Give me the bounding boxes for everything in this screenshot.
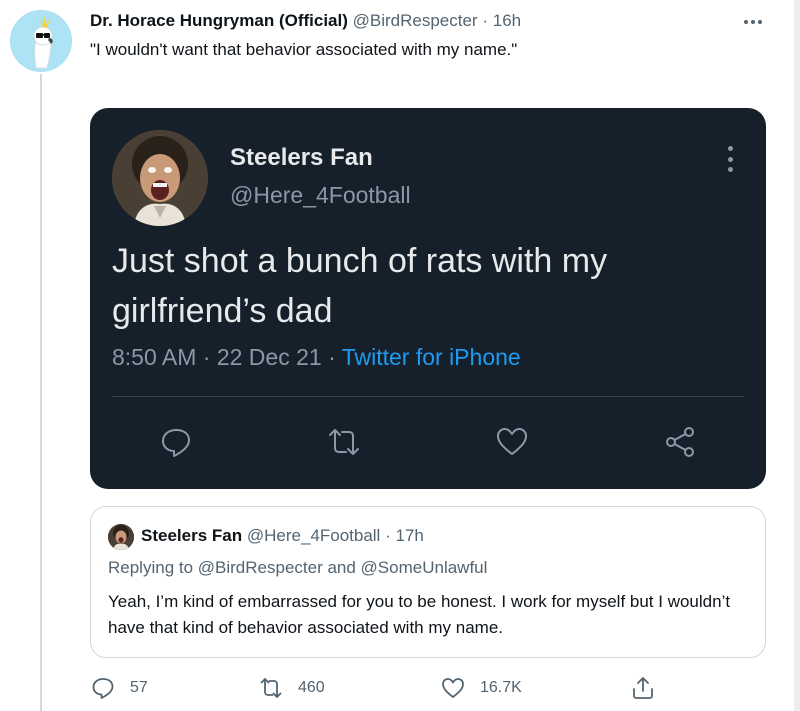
- quoted-tweet-time: 17h: [395, 526, 424, 545]
- reply-count: 57: [130, 679, 148, 696]
- author-name[interactable]: Dr. Horace Hungryman (Official): [90, 11, 348, 30]
- embedded-author-handle: @Here_4Football: [230, 182, 411, 208]
- tweet-text: "I wouldn't want that behavior associate…: [90, 40, 518, 59]
- like-button[interactable]: 16.7K: [440, 674, 522, 702]
- cockatoo-avatar-image: [10, 10, 72, 72]
- quoted-avatar-image: [108, 524, 134, 550]
- embedded-share-icon: [662, 424, 698, 460]
- embedded-tweet-text: Just shot a bunch of rats with my girlfr…: [112, 242, 608, 330]
- like-count: 16.7K: [480, 679, 522, 696]
- embedded-more-icon: [726, 146, 734, 172]
- quoted-author-handle: @Here_4Football: [246, 526, 381, 545]
- replying-to-text: Replying to @BirdRespecter and @SomeUnla…: [108, 558, 488, 577]
- retweet-button[interactable]: 460: [258, 674, 325, 702]
- screaming-man-avatar-image: [112, 130, 208, 226]
- quoted-tweet-header: Steelers Fan @Here_4Football · 17h: [141, 525, 424, 547]
- share-button[interactable]: [630, 674, 656, 702]
- reply-button[interactable]: 57: [90, 674, 148, 702]
- embedded-divider: [112, 396, 744, 397]
- quoted-author-avatar: [108, 524, 134, 550]
- quoted-tweet-card[interactable]: Steelers Fan @Here_4Football · 17h Reply…: [90, 506, 766, 658]
- like-icon: [442, 678, 464, 698]
- tweet-media-image[interactable]: Steelers Fan @Here_4Football Just shot a…: [90, 108, 766, 489]
- embedded-source: Twitter for iPhone: [341, 344, 521, 370]
- quoted-tweet-text: Yeah, I’m kind of embarrassed for you to…: [108, 592, 731, 637]
- embedded-author-avatar: [112, 130, 208, 226]
- more-options-icon[interactable]: [738, 13, 768, 31]
- tweet-header: Dr. Horace Hungryman (Official) @BirdRes…: [90, 10, 521, 32]
- thread-line: [40, 74, 42, 711]
- embedded-reply-icon: [158, 424, 194, 460]
- share-icon: [633, 677, 653, 699]
- embedded-like-icon: [494, 424, 530, 460]
- embedded-tweet-meta: 8:50 AM · 22 Dec 21 · Twitter for iPhone: [112, 344, 521, 371]
- separator-dot: ·: [482, 11, 488, 30]
- retweet-count: 460: [298, 679, 325, 696]
- embedded-meta-separator: ·: [321, 344, 342, 370]
- quoted-separator-dot: ·: [385, 526, 391, 545]
- author-handle[interactable]: @BirdRespecter: [353, 11, 478, 30]
- embedded-author-name: Steelers Fan: [230, 144, 373, 171]
- quoted-author-name: Steelers Fan: [141, 526, 243, 545]
- embedded-retweet-icon: [326, 424, 362, 460]
- author-avatar[interactable]: [10, 10, 72, 72]
- embedded-timestamp: 8:50 AM · 22 Dec 21: [112, 344, 322, 370]
- tweet-time[interactable]: 16h: [493, 11, 521, 30]
- scroll-track: [794, 0, 800, 711]
- retweet-icon: [260, 678, 282, 698]
- reply-icon: [92, 678, 114, 699]
